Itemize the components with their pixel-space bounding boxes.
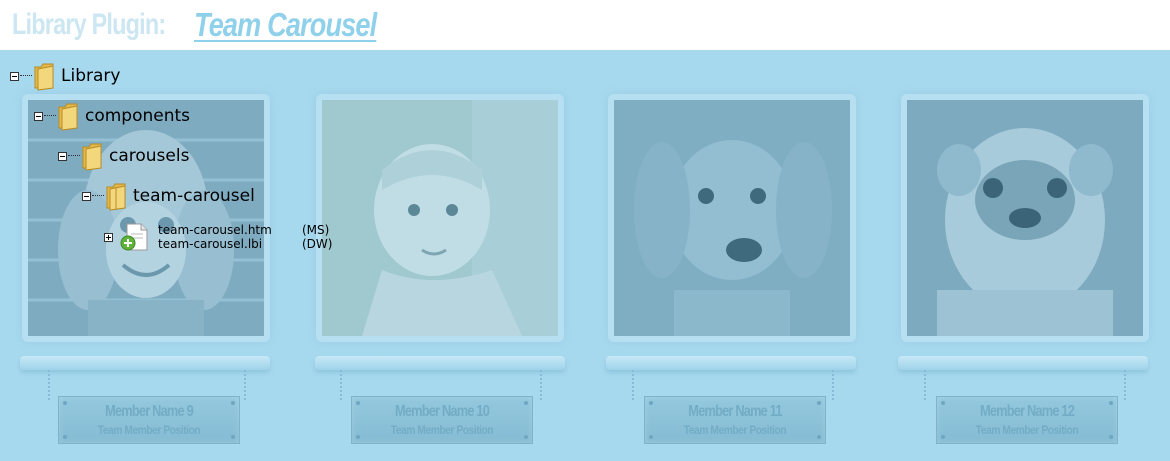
tree-label-library: Library [61, 66, 121, 86]
tree-node-components[interactable]: components [34, 101, 190, 131]
tree-label-components: components [85, 106, 191, 126]
chain-right [244, 370, 247, 400]
tree-node-files[interactable] [104, 222, 149, 252]
page-header: Library Plugin: Team Carousel [0, 0, 1170, 50]
carousel-stage: Member Name 9 Team Member Position Membe… [0, 50, 1170, 461]
tree-label-carousels: carousels [109, 146, 190, 166]
folder-icon [58, 103, 78, 131]
file-name: team-carousel.htm [158, 223, 272, 237]
folder-icon [34, 63, 54, 91]
chain-left [48, 370, 51, 400]
tree-connector [20, 75, 32, 77]
file-row-htm[interactable]: team-carousel.htm [158, 223, 272, 237]
plugin-label: Library Plugin: [12, 8, 166, 41]
member-plaque-12: Member Name 12 Team Member Position [936, 396, 1118, 444]
file-name: team-carousel.lbi [158, 237, 263, 251]
tree-node-carousels[interactable]: carousels [58, 141, 189, 171]
file-tag-htm: (MS) [302, 223, 329, 237]
member-name-12: Member Name 12 [979, 403, 1075, 420]
shelf-10 [315, 356, 565, 370]
member-plaque-10: Member Name 10 Team Member Position [351, 396, 533, 444]
tree-connector [92, 195, 104, 197]
member-name-9: Member Name 9 [105, 403, 194, 420]
collapse-icon[interactable] [58, 151, 67, 161]
member-plaque-11: Member Name 11 Team Member Position [644, 396, 826, 444]
tree-label-team-carousel: team-carousel [133, 186, 255, 206]
folder-icon [82, 143, 102, 171]
member-name-11: Member Name 11 [688, 403, 782, 420]
tree-node-team-carousel[interactable]: team-carousel [82, 181, 255, 211]
chain-right [540, 370, 543, 400]
chain-left [632, 370, 635, 400]
chain-left [340, 370, 343, 400]
folder-icon [106, 183, 126, 211]
library-tree: Library components carousels team-carous… [0, 50, 420, 270]
expand-icon[interactable] [104, 232, 113, 242]
collapse-icon[interactable] [82, 191, 91, 201]
member-name-10: Member Name 10 [394, 403, 490, 420]
chain-right [832, 370, 835, 400]
shelf-11 [606, 356, 856, 370]
member-card-11[interactable] [608, 94, 856, 342]
tree-node-library[interactable]: Library [10, 61, 120, 91]
member-photo-12 [907, 100, 1143, 336]
file-icon [120, 223, 148, 251]
member-photo-11 [614, 100, 850, 336]
tree-connector [44, 115, 56, 117]
chain-right [1124, 370, 1127, 400]
collapse-icon[interactable] [10, 71, 19, 81]
shelf-12 [898, 356, 1148, 370]
member-position-9: Team Member Position [97, 423, 201, 437]
tree-connector [68, 155, 80, 157]
member-position-11: Team Member Position [683, 423, 787, 437]
team-carousel-link[interactable]: Team Carousel [194, 6, 377, 44]
chain-left [924, 370, 927, 400]
member-plaque-9: Member Name 9 Team Member Position [58, 396, 240, 444]
file-tag-lbi: (DW) [302, 237, 332, 251]
member-card-12[interactable] [901, 94, 1149, 342]
member-position-12: Team Member Position [975, 423, 1079, 437]
collapse-icon[interactable] [34, 111, 43, 121]
file-tag: (DW) [302, 237, 333, 251]
file-row-lbi[interactable]: team-carousel.lbi [158, 237, 262, 251]
member-position-10: Team Member Position [390, 423, 494, 437]
shelf-9 [20, 356, 270, 370]
file-tag: (MS) [302, 223, 330, 237]
